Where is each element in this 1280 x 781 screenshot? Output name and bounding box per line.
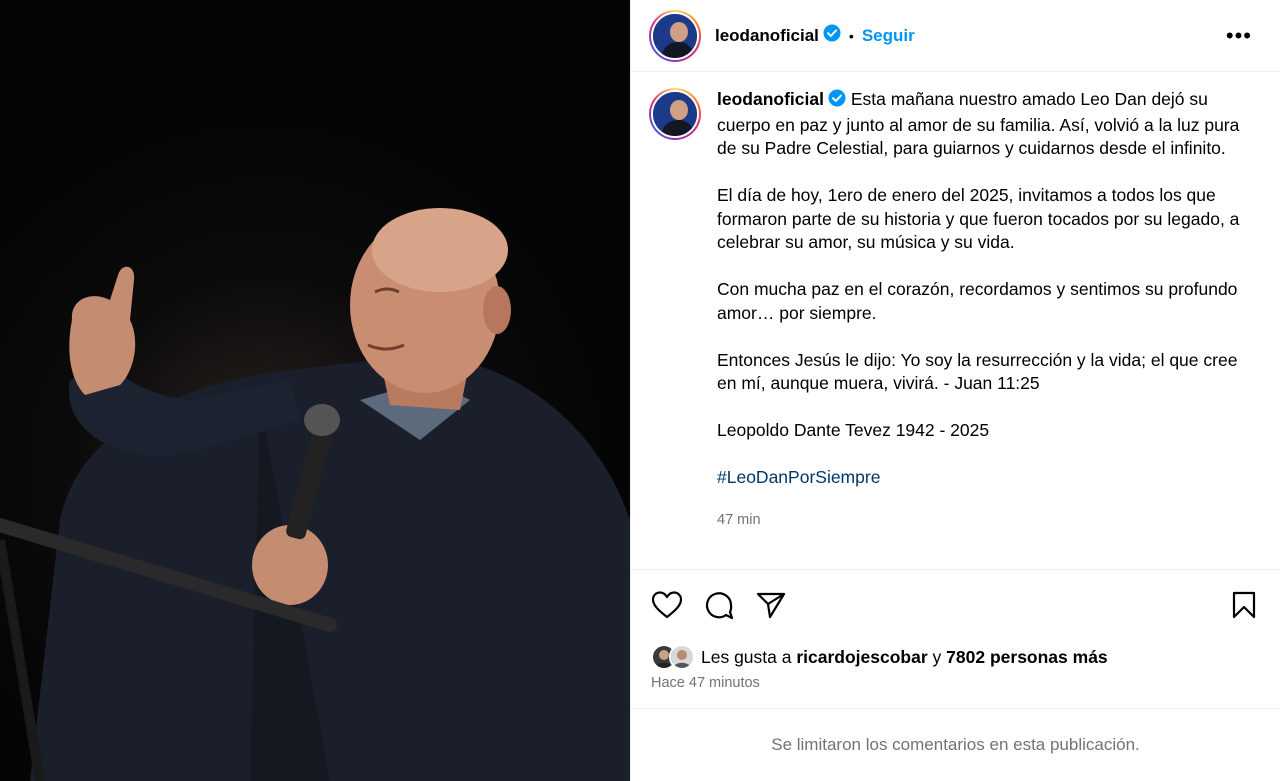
caption-text: leodanoficial Esta mañana nuestro amado … xyxy=(717,88,1247,569)
follow-button[interactable]: Seguir xyxy=(862,26,915,46)
heart-icon[interactable] xyxy=(651,589,683,621)
post-header: leodanoficial • Seguir ••• xyxy=(631,0,1280,72)
avatar-image xyxy=(651,11,699,60)
caption-avatar-image xyxy=(651,90,699,138)
caption-paragraph-4: Entonces Jesús le dijo: Yo soy la resurr… xyxy=(717,349,1238,394)
hashtag-link[interactable]: #LeoDanPorSiempre xyxy=(717,467,880,487)
username[interactable]: leodanoficial xyxy=(715,26,819,46)
liker-avatar[interactable] xyxy=(669,644,695,670)
verified-badge-icon xyxy=(823,24,841,47)
caption-time: 47 min xyxy=(717,512,761,528)
caption-paragraph-5: Leopoldo Dante Tevez 1942 - 2025 xyxy=(717,420,990,440)
action-bar xyxy=(631,569,1280,639)
post-container: leodanoficial • Seguir ••• leodanoficial… xyxy=(0,0,1280,781)
caption-area: leodanoficial Esta mañana nuestro amado … xyxy=(631,72,1280,569)
likes-summary: Les gusta a ricardojescobar y 7802 perso… xyxy=(631,639,1280,675)
caption-avatar[interactable] xyxy=(649,88,701,140)
caption-paragraph-3: Con mucha paz en el corazón, recordamos … xyxy=(717,279,1238,323)
avatar[interactable] xyxy=(649,9,701,62)
comment-icon[interactable] xyxy=(703,589,735,621)
bookmark-icon[interactable] xyxy=(1228,589,1260,621)
liker-avatars xyxy=(651,644,695,670)
comments-limited-notice: Se limitaron los comentarios en esta pub… xyxy=(631,708,1280,781)
likes-conjunction: y xyxy=(932,646,942,667)
more-options-icon[interactable]: ••• xyxy=(1226,23,1262,49)
caption-username[interactable]: leodanoficial xyxy=(717,89,824,109)
share-icon[interactable] xyxy=(755,589,787,621)
post-sidebar: leodanoficial • Seguir ••• leodanoficial… xyxy=(630,0,1280,781)
likes-prefix: Les gusta a xyxy=(701,646,792,667)
photo-illustration xyxy=(0,208,630,781)
caption-paragraph: leodanoficial Esta mañana nuestro amado … xyxy=(717,88,1247,161)
separator-dot: • xyxy=(848,27,854,44)
verified-badge-icon xyxy=(828,89,846,114)
post-photo[interactable] xyxy=(0,0,630,781)
caption-paragraph-2: El día de hoy, 1ero de enero del 2025, i… xyxy=(717,185,1240,252)
likes-count-link[interactable]: 7802 personas más xyxy=(946,647,1108,668)
post-timestamp: Hace 47 minutos xyxy=(651,675,760,691)
liker-username[interactable]: ricardojescobar xyxy=(796,647,927,668)
